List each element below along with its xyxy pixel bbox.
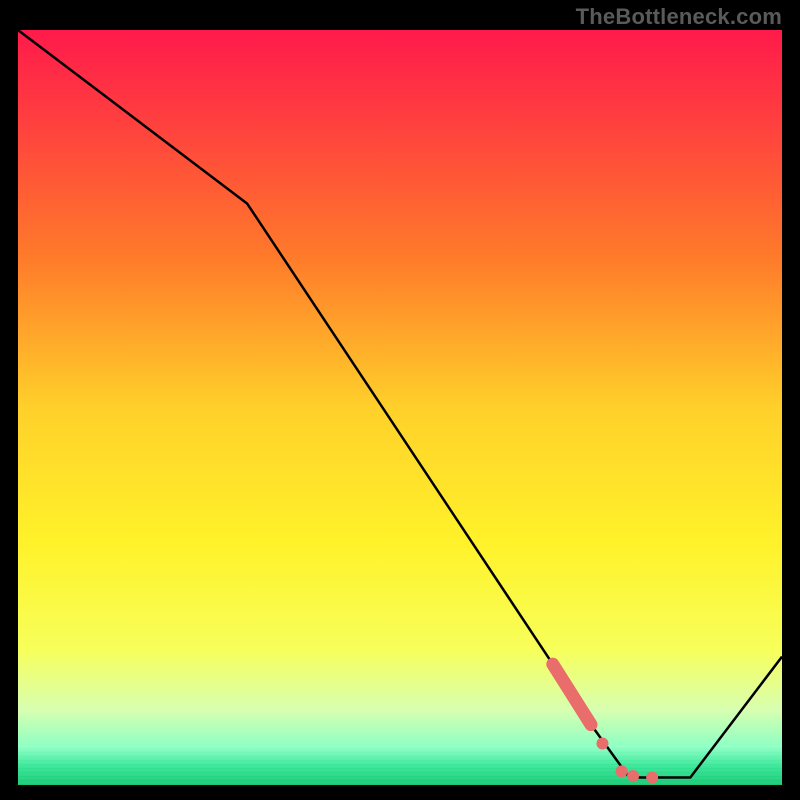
watermark-text: TheBottleneck.com [576,4,782,30]
chart-frame: TheBottleneck.com [0,0,800,800]
bottleneck-chart [18,30,782,785]
marker-dot [646,771,658,783]
marker-dot [627,770,639,782]
marker-dot [596,737,608,749]
marker-dot [616,765,628,777]
gradient-background [18,30,782,785]
plot-area [18,30,782,785]
